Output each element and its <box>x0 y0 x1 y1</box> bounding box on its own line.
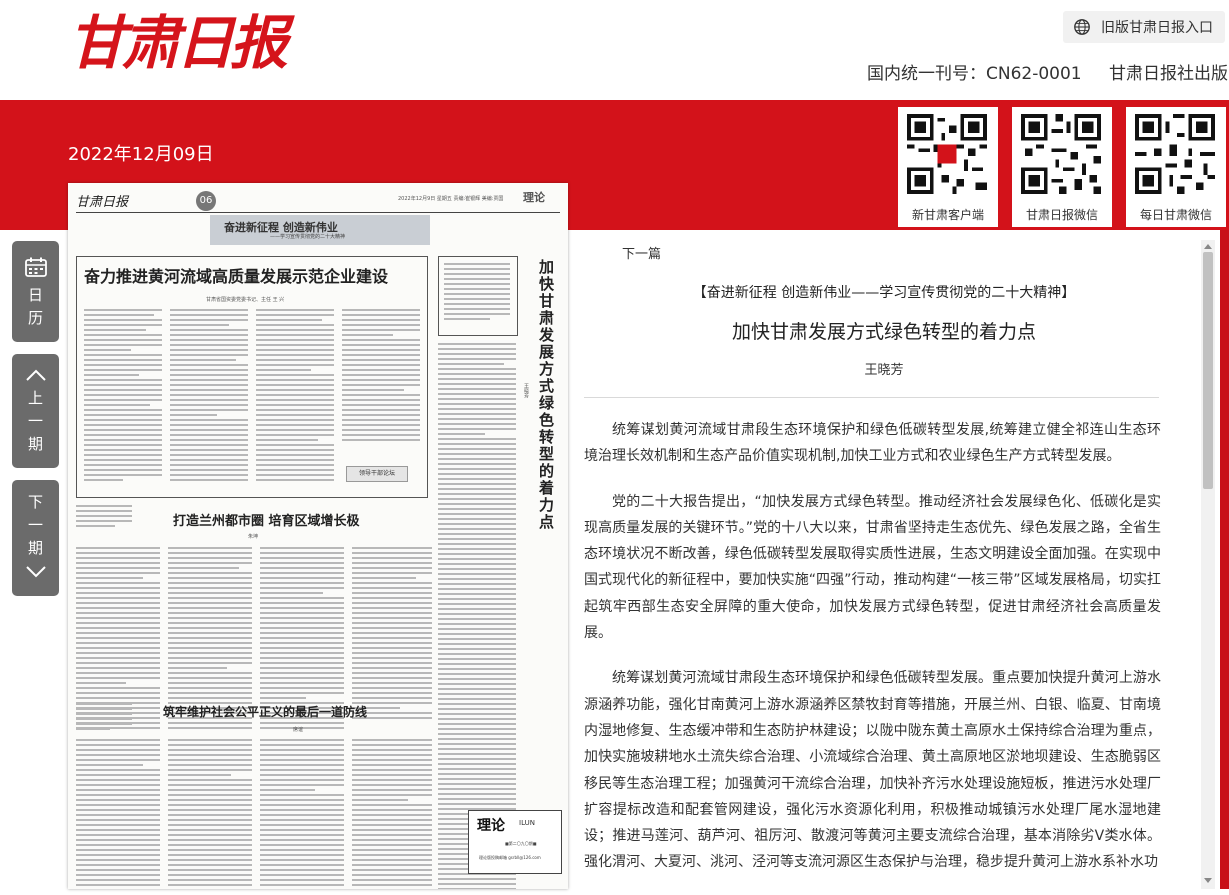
page-section: 理论 <box>523 191 545 204</box>
article-author: 王晓芳 <box>864 363 904 378</box>
calendar-icon <box>24 257 47 277</box>
calendar-label: 日历 <box>26 287 44 333</box>
qr-app[interactable]: 新甘肃客户端 <box>898 107 998 227</box>
article-byline-1: 甘肃省国资委党委书记、主任 王 兴 <box>206 297 285 303</box>
article-byline-2: 朱坤 <box>248 534 259 540</box>
text-column <box>76 739 160 889</box>
text-column <box>260 739 344 889</box>
text-column <box>168 739 252 889</box>
text-column <box>256 309 334 484</box>
page-number: 06 <box>196 191 216 211</box>
qr-code-icon <box>907 114 987 194</box>
article-paragraph: 统筹谋划黄河流域甘肃段生态环境保护和绿色低碳转型发展,统筹建立健全祁连山生态环境… <box>584 422 1161 465</box>
next-issue-button[interactable]: 下一期 <box>12 480 59 596</box>
scrollbar-thumb[interactable] <box>1203 252 1213 489</box>
text-column <box>342 309 420 444</box>
text-column <box>438 343 516 889</box>
section-info-box: 理论 ILUN ■第二〇九〇期■ 理论版投稿邮箱 gsrbll@126.com <box>468 810 562 874</box>
chevron-up-icon <box>25 369 46 381</box>
site-header: 甘肃日报 旧版甘肃日报入口 国内统一刊号：CN62-0001 甘肃日报社出版 <box>0 0 1229 100</box>
text-column <box>352 739 432 889</box>
qr-code-icon <box>1135 114 1215 194</box>
article-headline-3[interactable]: 筑牢维护社会公平正义的最后一道防线 <box>163 703 367 720</box>
cn-number: 国内统一刊号：CN62-0001 <box>867 64 1082 84</box>
banner-subtitle: ——学习宣传贯彻党的二十大精神 <box>270 234 346 240</box>
article-title: 加快甘肃发展方式绿色转型的着力点 <box>731 321 1036 343</box>
vertical-headline[interactable]: 加快甘肃发展方式绿色转型的着力点 <box>536 259 557 531</box>
box-subtitle: ILUN <box>519 819 535 827</box>
scroll-up-icon[interactable] <box>1204 244 1212 249</box>
summary-text <box>76 505 132 530</box>
qr-gsrb-wechat[interactable]: 甘肃日报微信 <box>1012 107 1112 227</box>
next-issue-label: 下一期 <box>26 494 44 563</box>
qr-daily-wechat[interactable]: 每日甘肃微信 <box>1126 107 1226 227</box>
chevron-down-icon <box>25 566 46 578</box>
prev-issue-button[interactable]: 上一期 <box>12 354 59 468</box>
newspaper-page[interactable]: 甘肃日报 06 2022年12月9日 星期五 责编:崔银辉 美编:贾国 理论 奋… <box>68 183 568 889</box>
article-byline-3: 席谊 <box>293 727 304 733</box>
text-column <box>352 547 432 722</box>
article-headline-2[interactable]: 打造兰州都市圈 培育区域增长极 <box>173 510 360 529</box>
topic-banner: 奋进新征程 创造新伟业 ——学习宣传贯彻党的二十大精神 <box>210 215 430 245</box>
qr-caption: 甘肃日报微信 <box>1025 208 1098 222</box>
publisher: 甘肃日报社出版 <box>1109 64 1228 84</box>
text-column <box>170 309 248 484</box>
divider <box>584 397 1159 398</box>
box-issue: ■第二〇九〇期■ <box>505 841 537 846</box>
article-column: 【奋进新征程 创造新伟业——学习宣传贯彻党的二十大精神】 <box>692 285 1076 301</box>
page-date: 2022年12月9日 星期五 责编:崔银辉 美编:贾国 <box>398 196 504 202</box>
box-email: 理论版投稿邮箱 gsrbll@126.com <box>479 855 541 860</box>
site-logo[interactable]: 甘肃日报 <box>68 8 288 78</box>
article-body: 统筹谋划黄河流域甘肃段生态环境保护和绿色低碳转型发展,统筹建立健全祁连山生态环境… <box>584 417 1161 895</box>
next-article-link[interactable]: 下一篇 <box>622 243 661 262</box>
summary-text <box>76 703 132 733</box>
vertical-author: 王晓芳 <box>523 383 529 398</box>
box-title: 理论 <box>477 818 505 834</box>
edge-band <box>1220 230 1229 889</box>
summary-text <box>444 263 510 323</box>
scroll-down-icon[interactable] <box>1204 878 1212 883</box>
newspaper-masthead: 甘肃日报 <box>76 195 129 210</box>
old-version-link[interactable]: 旧版甘肃日报入口 <box>1063 11 1225 43</box>
issue-date: 2022年12月09日 <box>68 144 214 165</box>
prev-issue-label: 上一期 <box>26 390 44 459</box>
article-headline-1[interactable]: 奋力推进黄河流域高质量发展示范企业建设 <box>84 263 388 287</box>
globe-icon <box>1074 19 1090 35</box>
qr-caption: 新甘肃客户端 <box>911 208 984 222</box>
column-tag: 领导干部论坛 <box>346 466 408 482</box>
divider <box>76 212 560 213</box>
calendar-button[interactable]: 日历 <box>12 241 59 342</box>
article-paragraph: 统筹谋划黄河流域甘肃段生态环境保护和绿色低碳转型发展。重点要加快提升黄河上游水源… <box>584 670 1161 871</box>
qr-caption: 每日甘肃微信 <box>1139 208 1212 222</box>
article-paragraph: 党的二十大报告提出，“加快发展方式绿色转型。推动经济社会发展绿色化、低碳化是实现… <box>584 493 1161 642</box>
text-column <box>84 309 162 484</box>
old-version-label: 旧版甘肃日报入口 <box>1101 20 1213 36</box>
qr-code-icon <box>1021 114 1101 194</box>
scrollbar[interactable] <box>1201 240 1215 889</box>
